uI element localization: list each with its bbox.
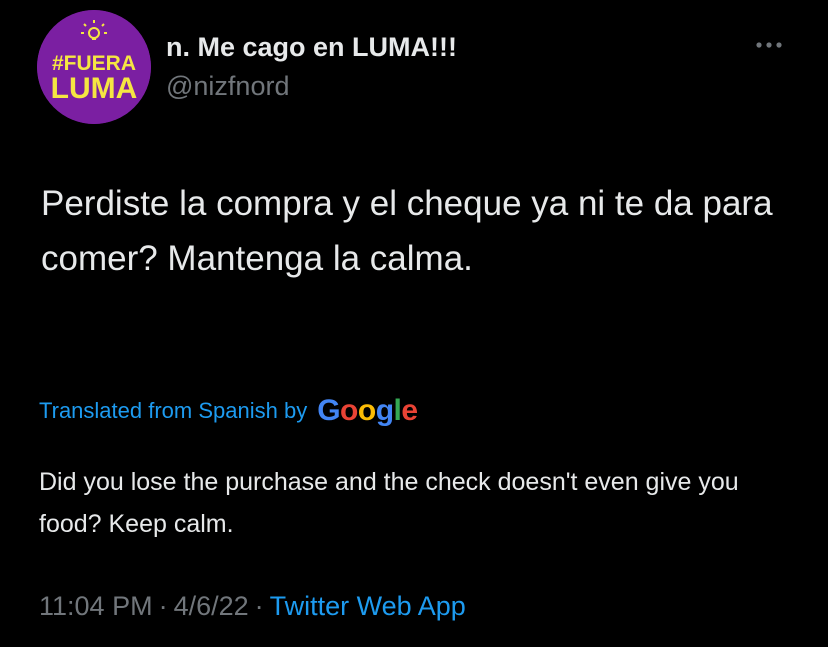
avatar-text-line2: LUMA <box>51 72 138 105</box>
tweet-detail: #FUERA LUMA n. Me cago en LUMA!!! @nizfn… <box>0 0 828 647</box>
tweet-date[interactable]: 4/6/22 <box>174 591 249 621</box>
tweet-text: Perdiste la compra y el cheque ya ni te … <box>41 184 773 278</box>
separator: · <box>254 591 264 621</box>
tweet-time[interactable]: 11:04 PM <box>39 591 153 621</box>
google-logo: Google <box>317 394 418 427</box>
user-handle[interactable]: @nizfnord <box>166 71 289 102</box>
translated-from-link[interactable]: Translated from Spanish by <box>39 398 307 424</box>
more-horizontal-icon[interactable] <box>752 30 786 60</box>
translation-attribution: Translated from Spanish by Google <box>39 393 418 429</box>
translated-text: Did you lose the purchase and the check … <box>39 468 739 538</box>
avatar[interactable]: #FUERA LUMA <box>37 10 151 124</box>
separator: · <box>158 591 168 621</box>
tweet-source-link[interactable]: Twitter Web App <box>270 591 466 621</box>
tweet-metadata: 11:04 PM · 4/6/22 · Twitter Web App <box>39 591 466 622</box>
display-name[interactable]: n. Me cago en LUMA!!! <box>166 32 457 63</box>
